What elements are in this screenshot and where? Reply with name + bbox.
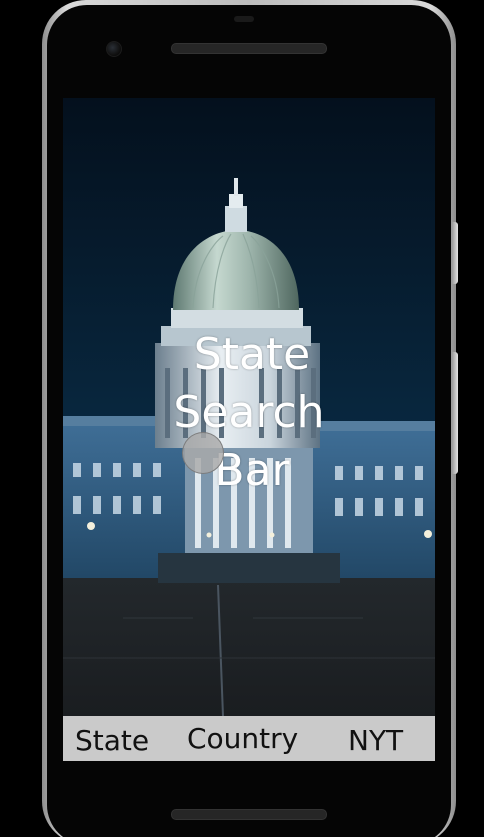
title-line-bar: Bar [214, 445, 290, 496]
state-search-bar-title[interactable]: State Search Bar [63, 326, 435, 500]
touch-indicator-icon [182, 432, 224, 474]
title-line-search: Search [173, 387, 325, 438]
bottom-speaker [171, 809, 327, 820]
nav-country-tab[interactable]: Country [187, 716, 298, 761]
front-camera-icon [106, 41, 122, 57]
volume-button[interactable] [452, 222, 458, 284]
bottom-navigation-bar: State Country NYT [63, 716, 435, 761]
nav-state-tab[interactable]: State [75, 718, 149, 761]
earpiece-speaker [171, 43, 327, 54]
device-canvas: State Search Bar State Country NYT [0, 0, 484, 837]
app-screen: State Search Bar State Country NYT [63, 98, 435, 761]
nav-nyt-tab[interactable]: NYT [348, 718, 403, 761]
title-line-state: State [193, 329, 311, 380]
power-button[interactable] [452, 352, 458, 474]
top-sensor [234, 16, 254, 22]
